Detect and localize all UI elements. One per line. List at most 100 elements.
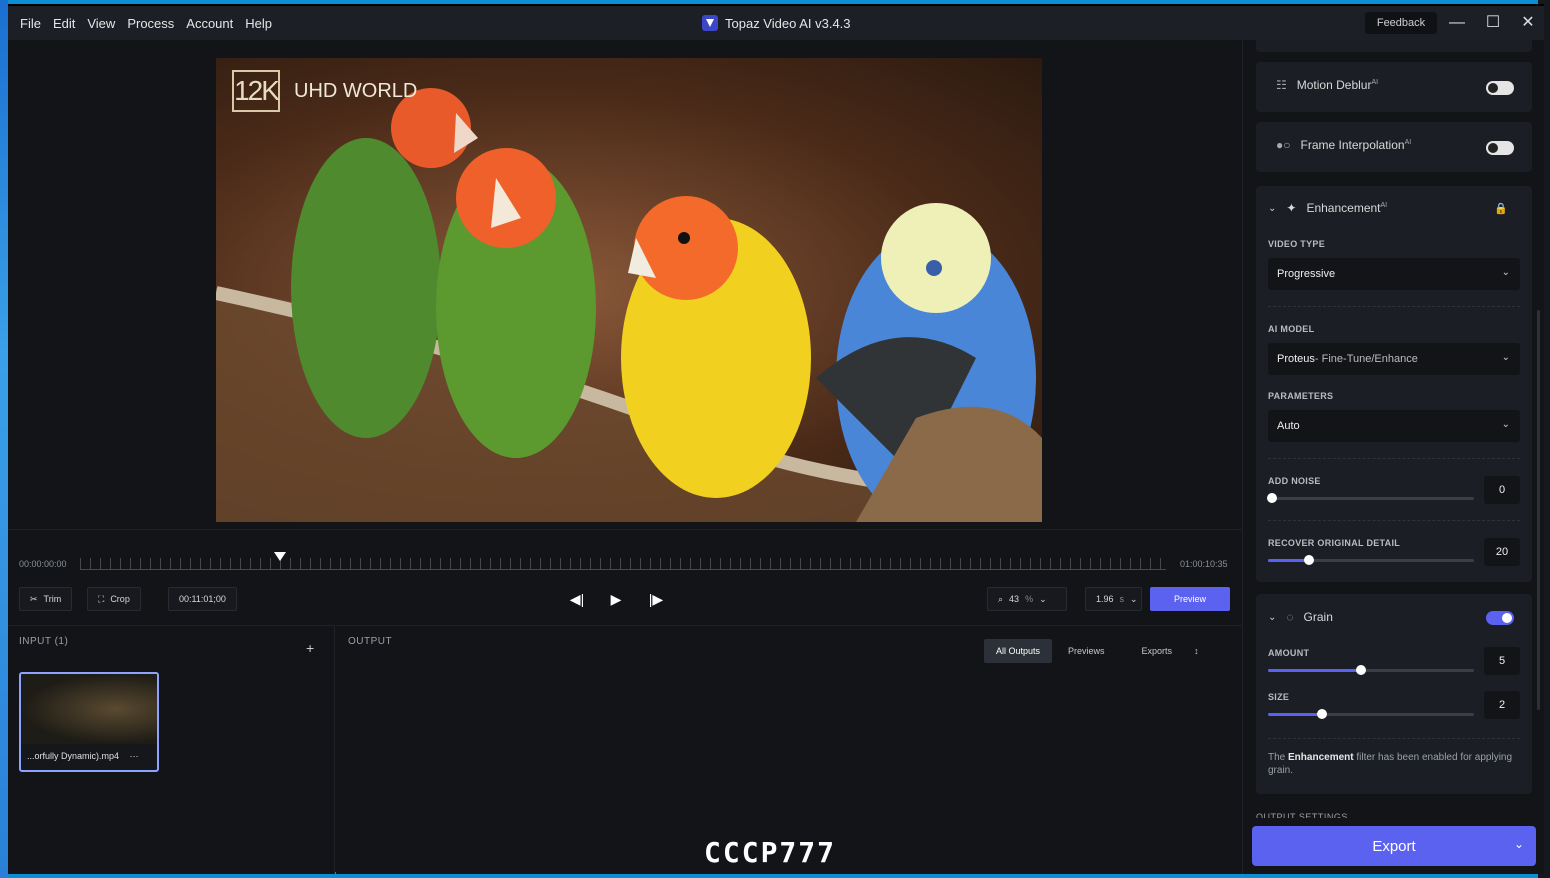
playhead[interactable] [274,552,286,561]
slider-fill [1268,559,1310,562]
frame-interpolation-toggle[interactable] [1486,141,1514,155]
chevron-down-icon: ⌄ [1501,267,1510,278]
zoom-unit: % [1025,594,1034,604]
input-panel: INPUT (1) + ...orfully Dynamic).mp4 ··· [8,625,335,874]
video-type-value: Progressive [1277,268,1336,280]
preview-button[interactable]: Preview [1150,587,1230,611]
amount-slider[interactable] [1268,665,1474,675]
size-label: SIZE [1268,692,1290,702]
parrots-image [216,88,1042,522]
menu-account[interactable]: Account [180,16,239,31]
enhancement-text: Enhancement [1306,201,1381,215]
ai-model-name: Proteus [1277,353,1315,365]
slider-fill [1268,669,1361,672]
motion-deblur-toggle[interactable] [1486,81,1514,95]
sparkle-icon: ✦ [1286,201,1297,215]
app-title-text: Topaz Video AI v3.4.3 [725,15,851,31]
step-forward-icon[interactable]: |▶ [644,587,668,611]
recover-detail-slider[interactable] [1268,555,1474,565]
menu-file[interactable]: File [14,16,47,31]
chevron-down-icon: ⌄ [1501,419,1510,430]
grain-card: ⌄ ◌ Grain AMOUNT 5 SIZE 2 The Enhancemen… [1256,594,1532,794]
close-icon[interactable]: ✕ [1517,12,1539,34]
ai-model-label: AI MODEL [1268,324,1315,334]
maximize-icon[interactable]: ☐ [1482,12,1504,34]
enhancement-header[interactable]: ⌄ ✦ EnhancementAI [1268,201,1387,215]
ai-superscript: AI [1380,202,1388,209]
tab-previews[interactable]: Previews [1052,639,1130,663]
menu-process[interactable]: Process [121,16,180,31]
duration-select[interactable]: 1.96 s ⌄ [1085,587,1142,611]
recover-detail-input[interactable]: 20 [1484,538,1520,566]
video-type-label: VIDEO TYPE [1268,239,1326,249]
amount-input[interactable]: 5 [1484,647,1520,675]
scissors-icon: ✂ [30,593,38,604]
sort-icon[interactable]: ↕ [1184,639,1209,663]
end-timecode: 01:00:10:35 [1180,559,1228,569]
more-icon[interactable]: ··· [130,751,139,761]
size-input[interactable]: 2 [1484,691,1520,719]
timeline-panel: 00:00:00:00 01:00:10:35 ✂ Trim ⛶ Crop 00:1… [8,529,1242,625]
trim-button[interactable]: ✂ Trim [19,587,73,611]
menu-edit[interactable]: Edit [47,16,81,31]
slider-knob[interactable] [1267,493,1278,503]
previous-card-edge [1256,40,1532,52]
topaz-logo-icon [702,15,718,31]
output-tabs: All Outputs Previews Exports ↕ [984,639,1209,663]
add-noise-input[interactable]: 0 [1484,476,1520,504]
slider-knob[interactable] [1304,555,1315,565]
start-timecode: 00:00:00:00 [19,559,67,569]
chevron-down-icon: ⌄ [1268,611,1277,623]
duration-unit: s [1119,594,1125,604]
timeline-track[interactable] [80,558,1166,570]
enhancement-label: EnhancementAI [1306,201,1387,215]
divider [1268,738,1520,739]
add-noise-slider[interactable] [1267,493,1474,503]
slider-knob[interactable] [1355,665,1366,675]
note-text: The [1268,752,1289,763]
crop-button[interactable]: ⛶ Crop [87,587,141,611]
sidebar-scrollbar[interactable] [1537,310,1540,710]
frame-interpolation-card[interactable]: ●○ Frame InterpolationAI [1256,122,1532,172]
chevron-down-icon: ⌄ [1501,352,1510,363]
parameters-select[interactable]: Auto ⌄ [1268,410,1520,442]
overlay-caption: CCCP777 [704,836,837,869]
title-bar: File Edit View Process Account Help Topa… [8,6,1544,40]
watermark-text: UHD WORLD [294,79,418,102]
step-back-icon[interactable]: ◀| [565,587,589,611]
video-type-select[interactable]: Progressive ⌄ [1268,258,1520,290]
menu-view[interactable]: View [81,16,121,31]
video-preview[interactable]: 12K UHD WORLD [216,58,1042,522]
slider-knob[interactable] [1316,709,1327,719]
chevron-down-icon: ⌄ [1268,202,1277,214]
grain-note: The Enhancement filter has been enabled … [1268,751,1518,777]
current-time-field[interactable]: 00:11:01;00 [168,587,237,611]
frame-interpolation-icon: ●○ [1276,138,1291,152]
feedback-button[interactable]: Feedback [1365,12,1437,34]
tab-all-outputs[interactable]: All Outputs [984,639,1053,663]
slider-fill [1268,713,1322,716]
grain-header[interactable]: ⌄ ◌ Grain [1268,610,1333,624]
output-label: OUTPUT [348,636,393,647]
play-icon[interactable]: ▶ [604,587,628,611]
menu-help[interactable]: Help [239,16,278,31]
enhancement-card: ⌄ ✦ EnhancementAI 🔒 VIDEO TYPE Progressi… [1256,186,1532,582]
tab-exports[interactable]: Exports [1130,639,1185,663]
add-input-button[interactable]: + [306,640,315,656]
grain-toggle[interactable] [1486,611,1514,625]
chevron-down-icon: ⌄ [1039,593,1047,604]
input-thumbnail[interactable]: ...orfully Dynamic).mp4 ··· [19,672,159,772]
motion-deblur-card[interactable]: ☷ Motion DeblurAI [1256,62,1532,112]
frame-interpolation-text: Frame Interpolation [1300,138,1405,152]
parameters-label: PARAMETERS [1268,391,1334,401]
settings-sidebar: ☷ Motion DeblurAI ●○ Frame Interpolation… [1242,40,1544,874]
divider [1268,458,1520,459]
ai-model-select[interactable]: Proteus - Fine-Tune/Enhance ⌄ [1268,343,1520,375]
zoom-select[interactable]: ⌕ 43% ⌄ [987,587,1067,611]
minimize-icon[interactable]: — [1446,12,1468,34]
size-slider[interactable] [1268,709,1474,719]
chevron-down-icon[interactable]: ⌄ [1514,837,1524,851]
export-button[interactable]: Export ⌄ [1252,826,1536,866]
export-label: Export [1372,837,1416,855]
watermark: 12K UHD WORLD [232,70,417,112]
